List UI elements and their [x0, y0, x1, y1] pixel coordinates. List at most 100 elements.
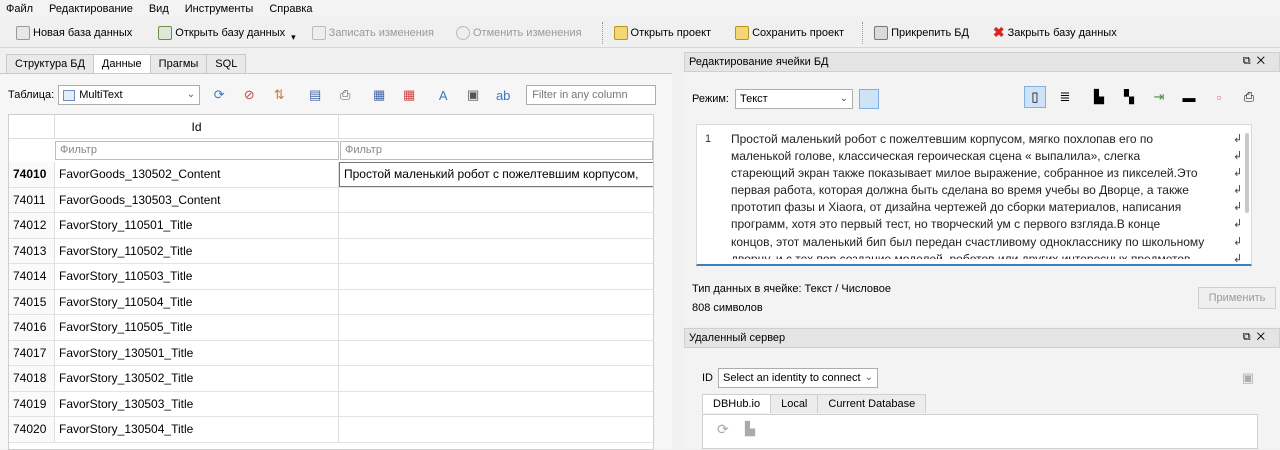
column-header-id[interactable]: Id	[55, 115, 339, 139]
cell-text[interactable]	[339, 417, 653, 442]
import-icon[interactable]: ▙	[1088, 86, 1110, 108]
close-icon[interactable]: ✕	[1257, 55, 1271, 67]
cell-id[interactable]: FavorStory_130501_Title	[55, 340, 339, 365]
cell-id[interactable]: FavorStory_110505_Title	[55, 315, 339, 340]
cell-id[interactable]: FavorGoods_130502_Content	[55, 162, 339, 187]
float-icon[interactable]: ⧉	[1243, 331, 1257, 343]
close-icon[interactable]: ✕	[1257, 331, 1271, 343]
set-null-icon[interactable]: ⇥	[1148, 86, 1170, 108]
close-database-button[interactable]: ✖ Закрыть базу данных	[987, 20, 1123, 46]
table-row[interactable]: 74015 FavorStory_110504_Title	[9, 289, 653, 315]
lock-icon[interactable]: ▣	[464, 86, 482, 104]
cell-text[interactable]: Простой маленький робот с пожелтевшим ко…	[339, 162, 653, 187]
clear-filters-icon[interactable]: ⊘	[240, 86, 258, 104]
float-icon[interactable]: ⧉	[1243, 55, 1257, 67]
cell-text[interactable]	[339, 213, 653, 238]
cell-id[interactable]: FavorStory_110503_Title	[55, 264, 339, 289]
menu-view[interactable]: Вид	[149, 3, 169, 15]
cell-text[interactable]	[339, 239, 653, 264]
write-changes-button[interactable]: Записать изменения	[306, 20, 440, 46]
menu-help[interactable]: Справка	[269, 3, 312, 15]
table-row[interactable]: 74013 FavorStory_110502_Title	[9, 238, 653, 264]
tab-pragmas[interactable]: Прагмы	[149, 54, 208, 73]
revert-changes-button[interactable]: Отменить изменения	[450, 20, 588, 46]
eraser-icon[interactable]: ▫	[1208, 86, 1230, 108]
identity-manage-icon[interactable]: ▣	[1242, 370, 1254, 386]
delete-record-icon[interactable]: ▦	[400, 86, 418, 104]
column-header-text[interactable]	[339, 115, 653, 139]
table-row[interactable]: 74010 FavorGoods_130502_Content Простой …	[9, 162, 653, 188]
replace-icon[interactable]: ab	[494, 86, 512, 104]
cell-id[interactable]: FavorStory_110502_Title	[55, 238, 339, 263]
cell-id[interactable]: FavorStory_110501_Title	[55, 213, 339, 238]
clone-icon[interactable]: ▙	[745, 421, 755, 437]
wrap-icon: ↲	[1233, 235, 1243, 248]
print-icon[interactable]: ⎙	[1238, 86, 1260, 108]
toolbar-separator	[601, 21, 604, 44]
cell-text[interactable]	[339, 392, 653, 417]
tab-structure[interactable]: Структура БД	[6, 54, 94, 73]
filter-text-input[interactable]: Фильтр	[340, 141, 653, 160]
refresh-icon[interactable]: ⟳	[717, 421, 729, 438]
refresh-icon[interactable]: ⟳	[210, 86, 228, 104]
mode-select[interactable]: Текст ⌄	[734, 89, 853, 109]
cell-text[interactable]	[339, 315, 653, 340]
menu-tools[interactable]: Инструменты	[185, 3, 254, 15]
tab-data[interactable]: Данные	[92, 54, 151, 74]
cell-id[interactable]: FavorStory_130504_Title	[55, 417, 339, 442]
table-row[interactable]: 74019 FavorStory_130503_Title	[9, 391, 653, 417]
insert-record-icon[interactable]: ▦	[370, 86, 388, 104]
cell-text[interactable]	[339, 341, 653, 366]
save-table-icon[interactable]: ▤	[306, 86, 324, 104]
cell-editor[interactable]: 1 Простой маленький робот с пожелтевшим …	[696, 124, 1252, 266]
tab-dbhub[interactable]: DBHub.io	[702, 394, 772, 413]
table-select[interactable]: MultiText ⌄	[58, 85, 201, 105]
cell-id[interactable]: FavorStory_130503_Title	[55, 391, 339, 416]
cell-text[interactable]	[339, 290, 653, 315]
cell-text[interactable]	[339, 264, 653, 289]
save-icon[interactable]: ▬	[1178, 86, 1200, 108]
tab-current-database[interactable]: Current Database	[817, 394, 927, 413]
cell-id[interactable]: FavorStory_110504_Title	[55, 289, 339, 314]
cell-text[interactable]	[339, 188, 653, 213]
word-wrap-icon[interactable]: ≣	[1054, 86, 1076, 108]
sort-icon[interactable]: ⇅	[270, 86, 288, 104]
table-row[interactable]: 74012 FavorStory_110501_Title	[9, 213, 653, 239]
filter-all-input[interactable]	[526, 85, 657, 105]
main-tabs: Структура БД Данные Прагмы SQL	[6, 54, 247, 74]
table-row[interactable]: 74018 FavorStory_130502_Title	[9, 366, 653, 392]
save-project-button[interactable]: Сохранить проект	[729, 20, 850, 46]
print-icon[interactable]: ⎙	[336, 86, 354, 104]
new-database-button[interactable]: Новая база данных	[10, 20, 138, 46]
menu-file[interactable]: Файл	[6, 3, 33, 15]
apply-button[interactable]: Применить	[1198, 287, 1276, 309]
open-project-button[interactable]: Открыть проект	[608, 20, 718, 46]
cell-id[interactable]: FavorStory_130502_Title	[55, 366, 339, 391]
text-mode-icon[interactable]: ▯	[1024, 86, 1046, 108]
table-row[interactable]: 74017 FavorStory_130501_Title	[9, 340, 653, 366]
table-row[interactable]: 74016 FavorStory_110505_Title	[9, 315, 653, 341]
cell-text-content[interactable]: Простой маленький робот с пожелтевшим ко…	[731, 131, 1233, 259]
attach-database-button[interactable]: Прикрепить БД	[868, 20, 975, 46]
cell-text[interactable]	[339, 366, 653, 391]
filter-id-input[interactable]: Фильтр	[55, 141, 339, 160]
open-database-button[interactable]: Открыть базу данных ▾	[152, 20, 301, 46]
chevron-down-icon[interactable]: ▾	[291, 32, 296, 43]
find-icon[interactable]: A	[434, 86, 452, 104]
tab-local[interactable]: Local	[770, 394, 819, 413]
identity-select[interactable]: Select an identity to connect ⌄	[718, 368, 878, 388]
menu-edit[interactable]: Редактирование	[49, 3, 133, 15]
save-project-label: Сохранить проект	[752, 26, 845, 39]
editor-scrollbar[interactable]	[1245, 133, 1249, 213]
table-row[interactable]: 74014 FavorStory_110503_Title	[9, 264, 653, 290]
cell-id[interactable]: FavorGoods_130503_Content	[55, 187, 339, 212]
wrap-markers: ↲ ↲ ↲ ↲ ↲ ↲ ↲ ↲	[1233, 131, 1245, 268]
auto-switch-icon[interactable]	[858, 89, 879, 109]
export-icon[interactable]: ▚	[1118, 86, 1140, 108]
tab-sql[interactable]: SQL	[206, 54, 247, 73]
wrap-icon: ↲	[1233, 150, 1243, 163]
table-row[interactable]: 74020 FavorStory_130504_Title	[9, 417, 653, 443]
row-number: 74016	[9, 315, 55, 340]
table-row[interactable]: 74011 FavorGoods_130503_Content	[9, 187, 653, 213]
panel-controls: ⧉✕	[1243, 55, 1271, 68]
